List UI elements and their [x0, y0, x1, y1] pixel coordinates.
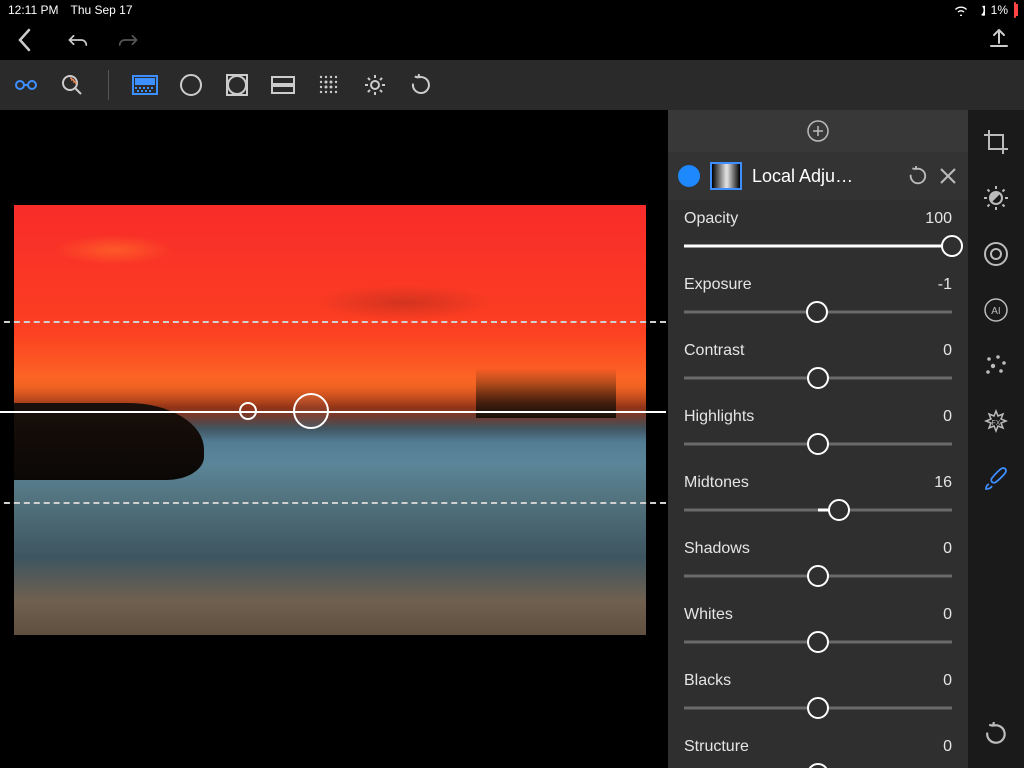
moon-icon: [974, 5, 985, 16]
rect-tool-icon[interactable]: [269, 71, 297, 99]
slider-highlights: Highlights 0: [684, 408, 952, 456]
slider-value: 0: [943, 606, 952, 624]
slider-value: 0: [943, 408, 952, 426]
toolbar: [0, 60, 1024, 110]
slider-shadows: Shadows 0: [684, 540, 952, 588]
reset-all-icon[interactable]: [982, 720, 1010, 748]
slider-track[interactable]: [684, 564, 952, 588]
top-nav: [0, 20, 1024, 60]
adjustment-title: Local Adju…: [752, 166, 898, 187]
slider-track[interactable]: [684, 432, 952, 456]
slider-track[interactable]: [684, 300, 952, 324]
slider-knob[interactable]: [807, 433, 829, 455]
slider-exposure: Exposure -1: [684, 276, 952, 324]
adjustment-header: Local Adju…: [668, 152, 968, 200]
gradient-rotate-handle[interactable]: [239, 402, 257, 420]
slider-label: Contrast: [684, 342, 744, 360]
adjustments-panel: Local Adju… Opacity 100 Exposure -1 Contrast…: [668, 110, 968, 768]
slider-contrast: Contrast 0: [684, 342, 952, 390]
slider-label: Structure: [684, 738, 749, 756]
slider-value: 16: [934, 474, 952, 492]
toolbar-divider: [108, 70, 109, 100]
battery-percent: 1%: [991, 3, 1008, 17]
slider-knob[interactable]: [941, 235, 963, 257]
wifi-icon: [954, 5, 968, 16]
settings-icon[interactable]: [361, 71, 389, 99]
grid-tool-icon[interactable]: [315, 71, 343, 99]
gradient-outer-line-top[interactable]: [0, 321, 666, 323]
slider-knob[interactable]: [807, 631, 829, 653]
export-button[interactable]: [988, 29, 1010, 51]
gradient-thumbnail[interactable]: [710, 162, 742, 190]
status-time: 12:11 PM: [8, 3, 58, 17]
slider-track[interactable]: [684, 630, 952, 654]
slider-value: 0: [943, 540, 952, 558]
redo-button[interactable]: [118, 29, 140, 51]
status-bar: 12:11 PM Thu Sep 17 1%: [0, 0, 1024, 20]
slider-knob[interactable]: [807, 565, 829, 587]
slider-value: 0: [943, 738, 952, 756]
undo-button[interactable]: [66, 29, 88, 51]
back-button[interactable]: [14, 29, 36, 51]
slider-value: 100: [925, 210, 952, 228]
crop-tool-icon[interactable]: [982, 128, 1010, 156]
sliders-list: Opacity 100 Exposure -1 Contrast 0 Highlights 0…: [668, 200, 968, 768]
ai-tool-icon[interactable]: AI: [982, 296, 1010, 324]
slider-whites: Whites 0: [684, 606, 952, 654]
linear-gradient-tool-icon[interactable]: [131, 71, 159, 99]
brush-tool-icon[interactable]: [982, 464, 1010, 492]
slider-knob[interactable]: [828, 499, 850, 521]
vignette-tool-icon[interactable]: [982, 240, 1010, 268]
svg-text:FX: FX: [992, 420, 1001, 427]
hand-tool-icon[interactable]: [58, 71, 86, 99]
svg-text:AI: AI: [991, 306, 1000, 317]
slider-track[interactable]: [684, 762, 952, 768]
reset-icon[interactable]: [407, 71, 435, 99]
slider-value: 0: [943, 342, 952, 360]
slider-knob[interactable]: [806, 301, 828, 323]
slider-track[interactable]: [684, 498, 952, 522]
light-tool-icon[interactable]: [982, 184, 1010, 212]
slider-track[interactable]: [684, 234, 952, 258]
slider-label: Shadows: [684, 540, 750, 558]
slider-label: Blacks: [684, 672, 731, 690]
photo-preview[interactable]: [14, 205, 646, 635]
gradient-center-handle[interactable]: [293, 393, 329, 429]
effects-tool-icon[interactable]: FX: [982, 408, 1010, 436]
slider-knob[interactable]: [807, 367, 829, 389]
reset-adjustment-icon[interactable]: [908, 166, 928, 186]
slider-track[interactable]: [684, 696, 952, 720]
battery-icon: [1014, 3, 1016, 17]
slider-label: Whites: [684, 606, 733, 624]
slider-label: Exposure: [684, 276, 752, 294]
canvas[interactable]: [0, 110, 668, 768]
side-toolbar: AI FX: [968, 110, 1024, 768]
slider-track[interactable]: [684, 366, 952, 390]
gradient-center-line[interactable]: [0, 411, 666, 413]
slider-opacity: Opacity 100: [684, 210, 952, 258]
slider-value: 0: [943, 672, 952, 690]
view-tool-icon[interactable]: [12, 71, 40, 99]
status-date: Thu Sep 17: [70, 3, 132, 17]
slider-label: Highlights: [684, 408, 754, 426]
square-tool-icon[interactable]: [223, 71, 251, 99]
slider-label: Midtones: [684, 474, 749, 492]
slider-blacks: Blacks 0: [684, 672, 952, 720]
slider-label: Opacity: [684, 210, 738, 228]
slider-knob[interactable]: [807, 763, 829, 768]
close-adjustment-icon[interactable]: [938, 166, 958, 186]
denoise-tool-icon[interactable]: [982, 352, 1010, 380]
slider-knob[interactable]: [807, 697, 829, 719]
slider-value: -1: [938, 276, 952, 294]
slider-structure: Structure 0: [684, 738, 952, 768]
slider-midtones: Midtones 16: [684, 474, 952, 522]
add-adjustment-button[interactable]: [668, 110, 968, 152]
radial-tool-icon[interactable]: [177, 71, 205, 99]
adjustment-visibility-toggle[interactable]: [678, 165, 700, 187]
gradient-outer-line-bottom[interactable]: [0, 502, 666, 504]
